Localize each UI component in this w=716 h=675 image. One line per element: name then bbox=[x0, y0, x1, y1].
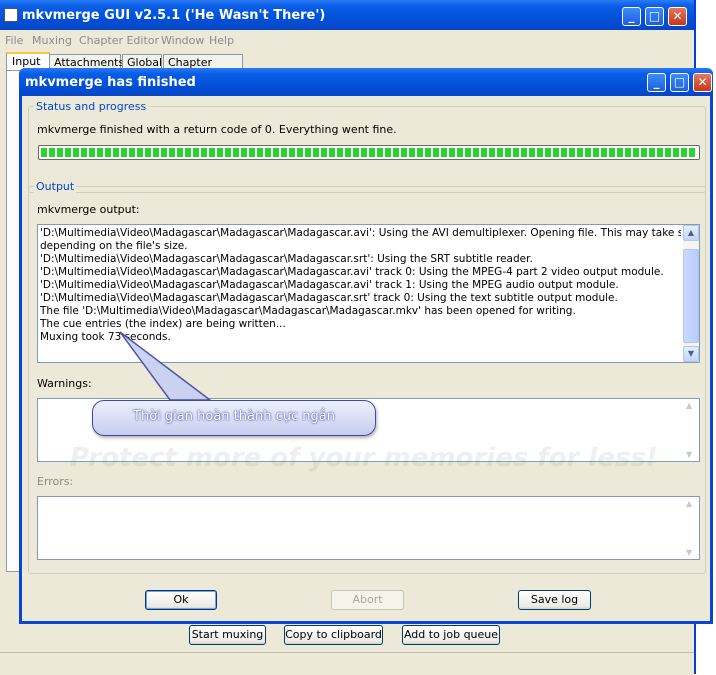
minimize-icon: _ bbox=[628, 9, 635, 23]
errors-label: Errors: bbox=[37, 475, 74, 488]
dialog-close-button[interactable]: ✕ bbox=[693, 73, 712, 92]
copy-to-clipboard-button[interactable]: Copy to clipboard bbox=[284, 625, 383, 645]
output-log-line: 'D:\Multimedia\Video\Madagascar\Madagasc… bbox=[40, 253, 533, 265]
output-scrollbar[interactable]: ▲ ▼ bbox=[683, 225, 699, 362]
main-window-title: mkvmerge GUI v2.5.1 ('He Wasn't There') bbox=[22, 8, 326, 23]
dialog-maximize-button[interactable]: □ bbox=[670, 73, 689, 92]
menu-file[interactable]: File bbox=[5, 34, 23, 47]
scroll-down-icon: ▼ bbox=[686, 450, 693, 459]
log-lines: 'D:\Multimedia\Video\Madagascar\Madagasc… bbox=[40, 227, 681, 344]
menu-bar: File Muxing Chapter Editor Window Help bbox=[0, 31, 694, 49]
scroll-up-icon: ▲ bbox=[686, 499, 693, 508]
output-log-line: 'D:\Multimedia\Video\Madagascar\Madagasc… bbox=[40, 279, 619, 291]
warnings-label: Warnings: bbox=[37, 377, 92, 390]
maximize-icon: □ bbox=[648, 9, 661, 23]
scroll-up-icon: ▲ bbox=[686, 401, 693, 410]
maximize-icon: □ bbox=[673, 75, 686, 89]
output-log-line: 'D:\Multimedia\Video\Madagascar\Madagasc… bbox=[40, 266, 664, 278]
close-icon: ✕ bbox=[697, 75, 708, 89]
dialog-title: mkvmerge has finished bbox=[25, 75, 196, 90]
menu-muxing[interactable]: Muxing bbox=[32, 34, 72, 47]
scroll-thumb[interactable] bbox=[683, 249, 699, 343]
main-title-bar: mkvmerge GUI v2.5.1 ('He Wasn't There') … bbox=[0, 0, 694, 30]
scroll-down-icon[interactable]: ▼ bbox=[683, 346, 699, 362]
menu-chapter-editor[interactable]: Chapter Editor bbox=[79, 34, 159, 47]
ok-button[interactable]: Ok bbox=[145, 590, 217, 610]
save-log-button[interactable]: Save log bbox=[518, 590, 591, 610]
minimize-button[interactable]: _ bbox=[622, 7, 641, 26]
tab-input-label: Input bbox=[12, 55, 41, 68]
progress-fill bbox=[41, 148, 697, 157]
output-log-line: depending on the file's size. bbox=[40, 240, 188, 252]
maximize-button[interactable]: □ bbox=[645, 7, 664, 26]
callout-pointer bbox=[119, 331, 213, 401]
app-icon bbox=[4, 8, 18, 22]
errors-scrollbar: ▲ ▼ bbox=[683, 497, 699, 559]
close-icon: ✕ bbox=[672, 9, 683, 23]
output-log-line: 'D:\Multimedia\Video\Madagascar\Madagasc… bbox=[40, 227, 681, 239]
status-text: mkvmerge finished with a return code of … bbox=[37, 123, 397, 136]
abort-button: Abort bbox=[331, 590, 404, 610]
warnings-scrollbar: ▲ ▼ bbox=[683, 399, 699, 461]
minimize-icon: _ bbox=[653, 75, 660, 89]
output-label: mkvmerge output: bbox=[37, 203, 140, 216]
scroll-down-icon: ▼ bbox=[686, 548, 693, 557]
callout-text: Thời gian hoàn thành cực ngắn bbox=[133, 409, 335, 424]
errors-box[interactable]: ▲ ▼ bbox=[37, 496, 700, 560]
add-to-job-queue-button[interactable]: Add to job queue bbox=[402, 625, 500, 645]
menu-help[interactable]: Help bbox=[209, 34, 234, 47]
status-group-label: Status and progress bbox=[34, 100, 149, 113]
start-muxing-button[interactable]: Start muxing bbox=[189, 625, 266, 645]
scroll-up-icon[interactable]: ▲ bbox=[683, 225, 699, 241]
output-group-label: Output bbox=[34, 180, 77, 193]
output-log-line: 'D:\Multimedia\Video\Madagascar\Madagasc… bbox=[40, 292, 618, 304]
dialog-minimize-button[interactable]: _ bbox=[647, 73, 666, 92]
status-bar bbox=[0, 652, 694, 675]
close-button[interactable]: ✕ bbox=[668, 7, 687, 26]
progress-bar bbox=[38, 145, 700, 160]
menu-window[interactable]: Window bbox=[161, 34, 204, 47]
dialog-title-bar: mkvmerge has finished _ □ ✕ bbox=[19, 68, 713, 96]
watermark-text: Protect more of your memories for less! bbox=[70, 443, 658, 473]
callout-bubble: Thời gian hoàn thành cực ngắn bbox=[92, 400, 376, 436]
output-log-line: The file 'D:\Multimedia\Video\Madagascar… bbox=[40, 305, 576, 317]
